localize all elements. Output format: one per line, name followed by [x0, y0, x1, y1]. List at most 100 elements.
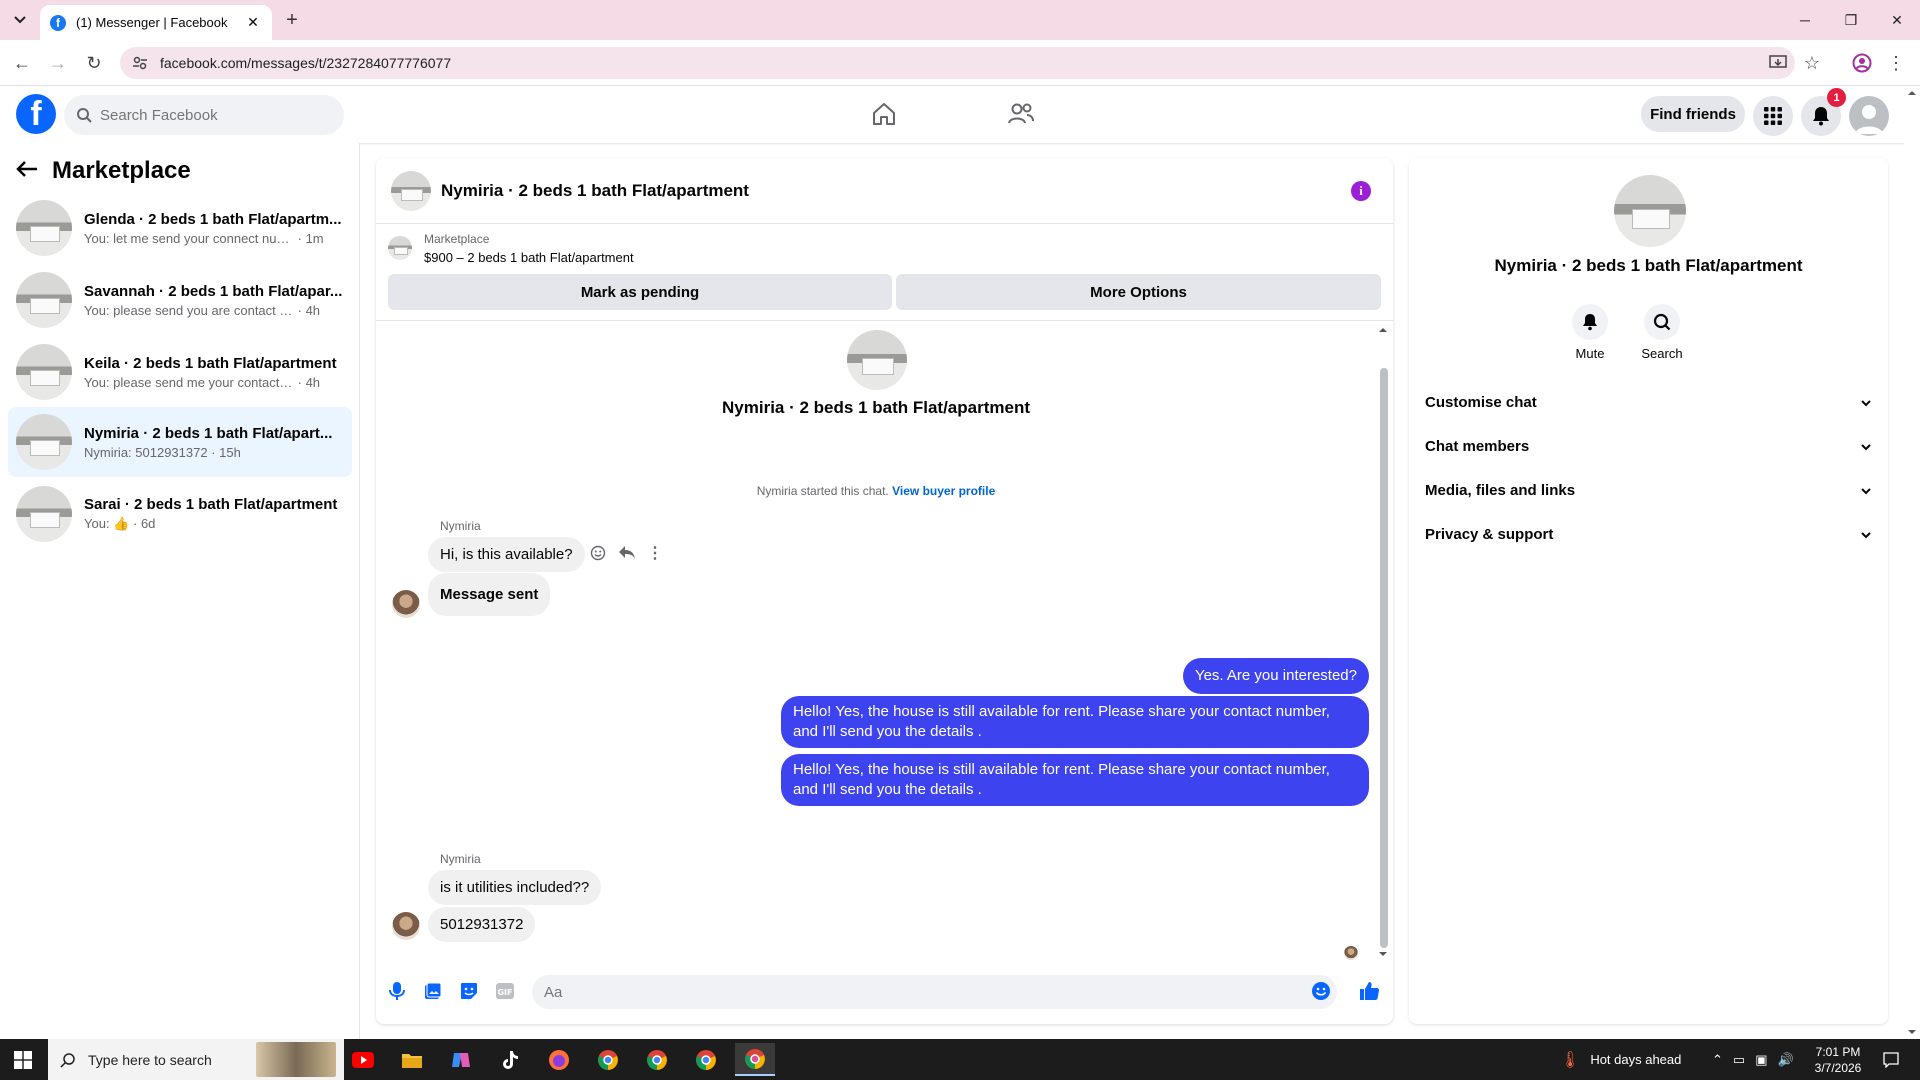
chrome-profile-m-icon[interactable] [588, 1043, 628, 1076]
reply-icon[interactable] [616, 542, 638, 564]
close-window-icon[interactable]: ✕ [1874, 0, 1920, 40]
back-icon[interactable]: ← [10, 51, 34, 75]
message-input[interactable] [544, 983, 1304, 1001]
volume-icon[interactable]: 🔊 [1778, 1052, 1794, 1068]
incoming-message[interactable]: Hi, is this available? [428, 537, 585, 572]
sender-avatar[interactable] [392, 912, 420, 940]
profile-icon[interactable] [1850, 51, 1874, 75]
mute-action[interactable]: Mute [1560, 304, 1620, 361]
address-bar[interactable]: facebook.com/messages/t/2327284077776077 [120, 47, 1795, 79]
customise-chat-section[interactable]: Customise chat [1425, 380, 1871, 424]
clock[interactable]: 7:01 PM 3/7/2026 [1806, 1039, 1870, 1080]
outgoing-message[interactable]: Hello! Yes, the house is still available… [781, 696, 1369, 748]
close-tab-icon[interactable]: ✕ [244, 14, 262, 32]
incoming-message[interactable]: is it utilities included?? [428, 870, 602, 905]
details-listing-thumbnail[interactable] [1614, 175, 1686, 247]
account-avatar[interactable] [1849, 96, 1889, 136]
copilot-icon[interactable] [441, 1043, 481, 1076]
browser-tab-messenger[interactable]: f (1) Messenger | Facebook ✕ [40, 5, 272, 40]
microphone-icon[interactable] [386, 980, 408, 1002]
find-friends-button[interactable]: Find friends [1641, 96, 1745, 132]
listing-thumbnail [16, 200, 72, 256]
meet-now-icon[interactable]: ▭ [1733, 1052, 1745, 1068]
page-scrollbar[interactable] [1904, 86, 1920, 1039]
facebook-favicon-icon: f [50, 14, 66, 31]
bell-icon[interactable] [1572, 304, 1608, 340]
weather-text: Hot days ahead [1590, 1052, 1682, 1067]
outgoing-message[interactable]: Yes. Are you interested? [1182, 658, 1369, 694]
browser-menu-icon[interactable]: ⋮ [1884, 51, 1908, 75]
forward-icon[interactable]: → [46, 51, 70, 75]
view-buyer-profile-link[interactable]: View buyer profile [892, 484, 995, 498]
info-icon[interactable]: i [1351, 181, 1371, 201]
listing-thumbnail [16, 344, 72, 400]
facebook-logo-icon[interactable]: f [16, 94, 56, 134]
weather-widget[interactable]: 🌡 Hot days ahead [1560, 1039, 1681, 1080]
conversation-item[interactable]: Savannah · 2 beds 1 bath Flat/apar... Yo… [8, 265, 352, 335]
conversation-name: Keila · 2 beds 1 bath Flat/apartment [84, 354, 337, 372]
youtube-app-icon[interactable] [343, 1043, 383, 1076]
mark-as-pending-button[interactable]: Mark as pending [388, 274, 892, 310]
sticker-icon[interactable] [458, 980, 480, 1002]
system-message: Nymiria started this chat. View buyer pr… [376, 484, 1376, 498]
notification-badge: 1 [1827, 88, 1846, 107]
gif-icon[interactable]: GIF [494, 980, 516, 1002]
conversation-item[interactable]: Keila · 2 beds 1 bath Flat/apartment You… [8, 337, 352, 407]
conversation-preview: You: let me send your connect numb... [84, 230, 294, 246]
chat-header-thumbnail[interactable] [391, 170, 431, 211]
search-action[interactable]: Search [1632, 304, 1692, 361]
bookmark-star-icon[interactable]: ☆ [1800, 51, 1824, 75]
sender-avatar[interactable] [392, 590, 420, 618]
privacy-support-section[interactable]: Privacy & support [1425, 512, 1871, 556]
more-actions-icon[interactable]: ⋮ [644, 542, 666, 564]
chevron-up-icon[interactable]: ⌃ [1712, 1052, 1723, 1068]
file-explorer-icon[interactable] [392, 1043, 432, 1076]
message-input-field[interactable] [532, 975, 1337, 1009]
firefox-icon[interactable] [539, 1043, 579, 1076]
site-settings-icon[interactable] [132, 55, 148, 71]
taskbar-search[interactable]: Type here to search [48, 1039, 344, 1080]
section-label: Customise chat [1425, 393, 1537, 411]
conversation-time: · 6d [133, 516, 156, 531]
photo-icon[interactable] [422, 980, 444, 1002]
conversation-item-active[interactable]: Nymiria · 2 beds 1 bath Flat/apart... Ny… [8, 407, 352, 477]
more-options-button[interactable]: More Options [896, 274, 1381, 310]
minimize-icon[interactable]: ─ [1782, 0, 1828, 40]
search-icon[interactable] [1644, 304, 1680, 340]
chrome-active-icon[interactable] [735, 1043, 775, 1076]
install-app-icon[interactable] [1766, 51, 1790, 75]
chat-members-section[interactable]: Chat members [1425, 424, 1871, 468]
media-files-links-section[interactable]: Media, files and links [1425, 468, 1871, 512]
facebook-search-input[interactable] [100, 106, 300, 124]
home-icon[interactable] [864, 96, 904, 132]
new-tab-icon[interactable]: + [280, 8, 304, 32]
facebook-search[interactable] [64, 95, 344, 135]
react-emoji-icon[interactable] [587, 542, 609, 564]
incoming-message[interactable]: 5012931372 [428, 907, 536, 942]
sidebar-header: Marketplace [16, 157, 191, 185]
conversation-name: Savannah · 2 beds 1 bath Flat/apar... [84, 282, 343, 300]
windows-start-icon[interactable] [0, 1039, 46, 1080]
chat-scrollbar-thumb[interactable] [1380, 368, 1388, 948]
reload-icon[interactable]: ↻ [82, 51, 106, 75]
conversation-item[interactable]: Sarai · 2 beds 1 bath Flat/apartment You… [8, 479, 352, 549]
back-arrow-icon[interactable] [16, 160, 38, 183]
emoji-icon[interactable] [1310, 980, 1332, 1002]
like-thumbs-up-icon[interactable] [1358, 980, 1380, 1002]
outgoing-message[interactable]: Hello! Yes, the house is still available… [781, 754, 1369, 806]
restore-icon[interactable]: ❐ [1828, 0, 1874, 40]
notification-center-icon[interactable] [1876, 1039, 1906, 1080]
tab-search-chevron-icon[interactable] [8, 8, 32, 32]
friends-icon[interactable] [1001, 96, 1041, 132]
chrome-icon[interactable] [637, 1043, 677, 1076]
conversation-item[interactable]: Glenda · 2 beds 1 bath Flat/apartm... Yo… [8, 193, 352, 263]
network-icon[interactable]: ▣ [1755, 1052, 1767, 1068]
chrome-profile-2-icon[interactable] [686, 1043, 726, 1076]
conversation-time: · 4h [297, 374, 321, 390]
marketplace-listing-card[interactable]: Marketplace $900 – 2 beds 1 bath Flat/ap… [388, 232, 634, 265]
menu-grid-icon[interactable] [1753, 96, 1793, 136]
tiktok-icon[interactable] [490, 1043, 530, 1076]
clock-time: 7:01 PM [1815, 1044, 1861, 1059]
incoming-message[interactable]: Message sent [428, 573, 551, 616]
chat-title[interactable]: Nymiria · 2 beds 1 bath Flat/apartment [441, 181, 749, 201]
